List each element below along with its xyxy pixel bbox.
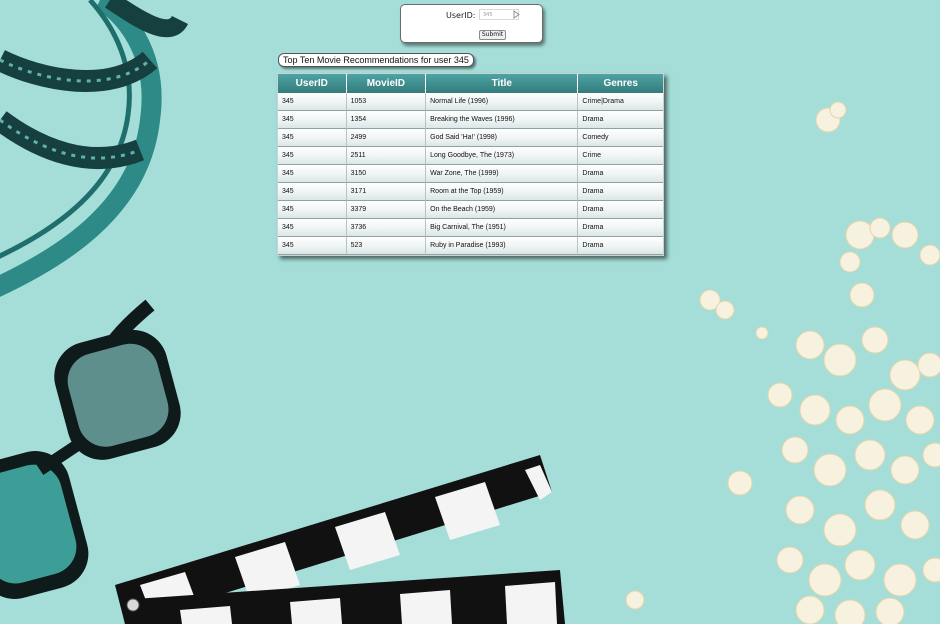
cell-movieid: 2499 [346, 129, 427, 147]
cell-movieid: 1053 [346, 93, 427, 111]
cell-genres: Crime [578, 147, 663, 165]
film-reel-icon [0, 0, 189, 297]
cell-userid: 345 [278, 219, 347, 237]
cell-movieid: 3150 [346, 165, 427, 183]
cell-userid: 345 [278, 183, 347, 201]
userid-form: UserID: Submit [400, 4, 543, 43]
cell-title: War Zone, The (1999) [426, 165, 579, 183]
cell-movieid: 523 [346, 237, 427, 255]
table-row: 345 1053 Normal Life (1996) Crime|Drama [278, 93, 663, 111]
table-row: 345 2511 Long Goodbye, The (1973) Crime [278, 147, 663, 165]
cell-genres: Drama [578, 219, 663, 237]
3d-glasses-icon [0, 299, 181, 599]
cell-userid: 345 [278, 165, 347, 183]
table-row: 345 3736 Big Carnival, The (1951) Drama [278, 219, 663, 237]
cell-title: God Said 'Ha!' (1998) [426, 129, 579, 147]
table-row: 345 3171 Room at the Top (1959) Drama [278, 183, 663, 201]
cell-genres: Comedy [578, 129, 663, 147]
popcorn-icon [625, 101, 940, 624]
clapperboard-icon [115, 455, 565, 624]
column-header-movieid: MovieID [346, 74, 427, 93]
cell-title: Long Goodbye, The (1973) [426, 147, 579, 165]
cell-userid: 345 [278, 93, 347, 111]
table-row: 345 523 Ruby in Paradise (1993) Drama [278, 237, 663, 255]
cell-title: On the Beach (1959) [426, 201, 579, 219]
cell-title: Normal Life (1996) [426, 93, 579, 111]
cell-genres: Drama [578, 165, 663, 183]
recommendations-table: UserID MovieID Title Genres 345 1053 Nor… [277, 73, 664, 256]
cell-genres: Drama [578, 183, 663, 201]
table-row: 345 3379 On the Beach (1959) Drama [278, 201, 663, 219]
cell-title: Big Carnival, The (1951) [426, 219, 579, 237]
autofill-icon[interactable] [513, 10, 520, 19]
cell-genres: Drama [578, 237, 663, 255]
cell-movieid: 3736 [346, 219, 427, 237]
table-header-row: UserID MovieID Title Genres [278, 74, 663, 93]
cell-movieid: 3379 [346, 201, 427, 219]
cell-title: Breaking the Waves (1996) [426, 111, 579, 129]
cell-userid: 345 [278, 129, 347, 147]
cell-movieid: 1354 [346, 111, 427, 129]
cell-userid: 345 [278, 147, 347, 165]
table-row: 345 3150 War Zone, The (1999) Drama [278, 165, 663, 183]
cell-genres: Crime|Drama [578, 93, 663, 111]
cell-userid: 345 [278, 237, 347, 255]
cell-userid: 345 [278, 111, 347, 129]
cell-genres: Drama [578, 201, 663, 219]
cell-movieid: 3171 [346, 183, 427, 201]
column-header-userid: UserID [278, 74, 347, 93]
column-header-genres: Genres [578, 74, 663, 93]
cell-userid: 345 [278, 201, 347, 219]
table-row: 345 2499 God Said 'Ha!' (1998) Comedy [278, 129, 663, 147]
table-row: 345 1354 Breaking the Waves (1996) Drama [278, 111, 663, 129]
cell-title: Ruby in Paradise (1993) [426, 237, 579, 255]
cell-movieid: 2511 [346, 147, 427, 165]
userid-label: UserID: [446, 11, 476, 20]
cell-title: Room at the Top (1959) [426, 183, 579, 201]
cell-genres: Drama [578, 111, 663, 129]
submit-button[interactable]: Submit [479, 30, 506, 40]
column-header-title: Title [426, 74, 579, 93]
recommendations-title: Top Ten Movie Recommendations for user 3… [278, 53, 474, 67]
